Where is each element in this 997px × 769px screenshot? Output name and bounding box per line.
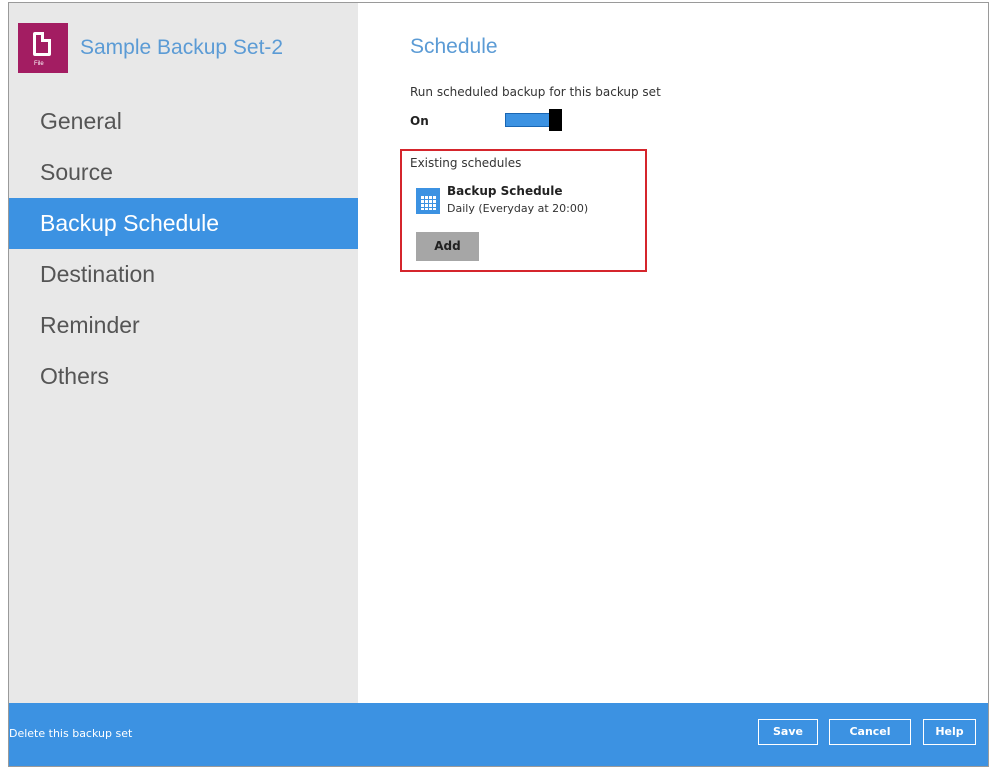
backup-set-settings-window: File Sample Backup Set-2 General Source … [8, 2, 989, 767]
main-panel: Schedule Run scheduled backup for this b… [358, 3, 988, 703]
sidebar-item-reminder[interactable]: Reminder [9, 300, 358, 351]
file-icon: File [18, 23, 68, 73]
help-button[interactable]: Help [923, 719, 976, 745]
sidebar-nav: General Source Backup Schedule Destinati… [9, 96, 358, 402]
file-icon-tag: File [34, 61, 44, 67]
existing-schedules-label: Existing schedules [410, 156, 522, 170]
sidebar-item-backup-schedule[interactable]: Backup Schedule [9, 198, 358, 249]
sidebar-item-others[interactable]: Others [9, 351, 358, 402]
document-glyph [33, 32, 51, 56]
sidebar-item-source[interactable]: Source [9, 147, 358, 198]
calendar-grid [420, 195, 436, 210]
schedule-name: Backup Schedule [447, 184, 563, 198]
schedule-item[interactable]: Backup Schedule Daily (Everyday at 20:00… [416, 183, 641, 223]
footer-bar: Delete this backup set Save Cancel Help [9, 703, 988, 766]
backup-set-name: Sample Backup Set-2 [80, 36, 284, 59]
scheduled-backup-toggle[interactable] [505, 109, 562, 131]
sidebar-item-destination[interactable]: Destination [9, 249, 358, 300]
schedule-description: Daily (Everyday at 20:00) [447, 202, 589, 215]
delete-backup-set-link[interactable]: Delete this backup set [9, 727, 132, 740]
run-scheduled-label: Run scheduled backup for this backup set [410, 85, 661, 99]
backup-set-header: File Sample Backup Set-2 [18, 23, 283, 73]
toggle-track [505, 113, 551, 127]
calendar-icon [416, 188, 440, 214]
page-title: Schedule [410, 35, 498, 58]
sidebar: File Sample Backup Set-2 General Source … [9, 3, 358, 703]
sidebar-item-general[interactable]: General [9, 96, 358, 147]
existing-schedules-box: Existing schedules Backup Schedule Daily… [400, 149, 647, 272]
cancel-button[interactable]: Cancel [829, 719, 911, 745]
toggle-state-label: On [410, 114, 429, 128]
toggle-knob [549, 109, 562, 131]
add-schedule-button[interactable]: Add [416, 232, 479, 261]
save-button[interactable]: Save [758, 719, 818, 745]
